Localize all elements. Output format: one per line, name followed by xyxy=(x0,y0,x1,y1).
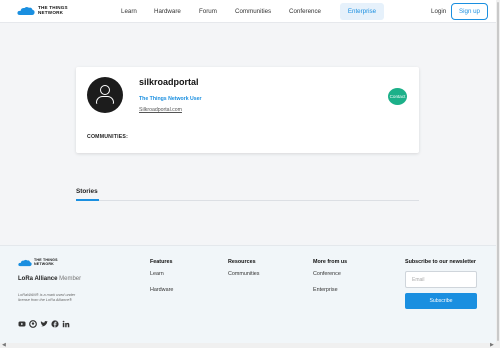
nav-item-communities[interactable]: Communities xyxy=(235,8,271,15)
communities-label: COMMUNITIES: xyxy=(87,134,129,140)
horizontal-scrollbar[interactable]: ◀ ▶ xyxy=(0,342,500,348)
lora-alliance-badge[interactable]: LoRa Alliance Member xyxy=(18,276,81,282)
footer-link-learn[interactable]: Learn xyxy=(150,271,173,287)
cloud-logo-icon xyxy=(18,259,32,267)
profile-card: silkroadportal The Things Network User S… xyxy=(76,67,419,153)
facebook-icon[interactable] xyxy=(51,320,59,328)
lora-member-label: Member xyxy=(59,276,82,282)
nav-item-conference[interactable]: Conference xyxy=(289,8,321,15)
user-icon-body xyxy=(96,96,114,104)
footer-column-resources: Resources Communities xyxy=(228,259,259,287)
lora-trademark-note: LoRaWAN® is a mark used under license fr… xyxy=(18,293,76,302)
footer-link-conference[interactable]: Conference xyxy=(313,271,347,287)
logo-wordmark: THE THINGS NETWORK xyxy=(38,5,68,15)
tab-stories[interactable]: Stories xyxy=(76,188,98,195)
user-icon xyxy=(100,85,110,95)
twitter-icon[interactable] xyxy=(40,320,48,328)
ttn-logo[interactable]: THE THINGS NETWORK xyxy=(17,5,68,16)
footer-logo[interactable]: THE THINGS NETWORK xyxy=(18,258,58,267)
subscribe-button[interactable]: Subscribe xyxy=(405,293,477,309)
vertical-scrollbar-thumb[interactable] xyxy=(497,2,499,341)
cloud-logo-icon xyxy=(17,6,35,15)
scroll-right-icon[interactable]: ▶ xyxy=(490,342,494,348)
footer-heading-more: More from us xyxy=(313,259,348,265)
avatar xyxy=(87,77,123,113)
scroll-left-icon[interactable]: ◀ xyxy=(2,342,6,348)
tabs-divider xyxy=(76,200,419,201)
social-links xyxy=(18,320,70,328)
enterprise-button[interactable]: Enterprise xyxy=(340,3,384,20)
newsletter-email-input[interactable]: Email xyxy=(405,271,477,288)
footer-heading-features: Features xyxy=(150,259,173,265)
footer-link-hardware[interactable]: Hardware xyxy=(150,287,173,303)
github-icon[interactable] xyxy=(29,320,37,328)
lora-alliance-name: LoRa Alliance xyxy=(18,276,58,282)
footer-link-communities[interactable]: Communities xyxy=(228,271,259,287)
profile-role: The Things Network User xyxy=(139,96,202,102)
nav-item-hardware[interactable]: Hardware xyxy=(154,8,181,15)
footer-column-features: Features Learn Hardware xyxy=(150,259,173,303)
footer-column-more: More from us Conference Enterprise xyxy=(313,259,347,303)
login-link[interactable]: Login xyxy=(431,8,446,15)
nav-item-learn[interactable]: Learn xyxy=(121,8,137,15)
footer-link-enterprise[interactable]: Enterprise xyxy=(313,287,347,303)
footer-heading-resources: Resources xyxy=(228,259,256,265)
profile-username: silkroadportal xyxy=(139,77,199,87)
linkedin-icon[interactable] xyxy=(62,320,70,328)
footer-logo-wordmark: THE THINGS NETWORK xyxy=(34,258,58,266)
footer: THE THINGS NETWORK LoRa Alliance Member … xyxy=(0,245,496,343)
youtube-icon[interactable] xyxy=(18,320,26,328)
newsletter-heading: Subscribe to our newsletter xyxy=(405,259,476,265)
contact-button[interactable]: Contact xyxy=(388,88,407,105)
tab-active-indicator xyxy=(76,199,99,201)
nav-item-forum[interactable]: Forum xyxy=(199,8,217,15)
top-navbar: THE THINGS NETWORK Learn Hardware Forum … xyxy=(0,0,496,23)
profile-website-link[interactable]: Silkroadportal.com xyxy=(139,107,182,113)
signup-button[interactable]: Sign up xyxy=(451,3,488,20)
vertical-scrollbar[interactable] xyxy=(496,0,500,343)
